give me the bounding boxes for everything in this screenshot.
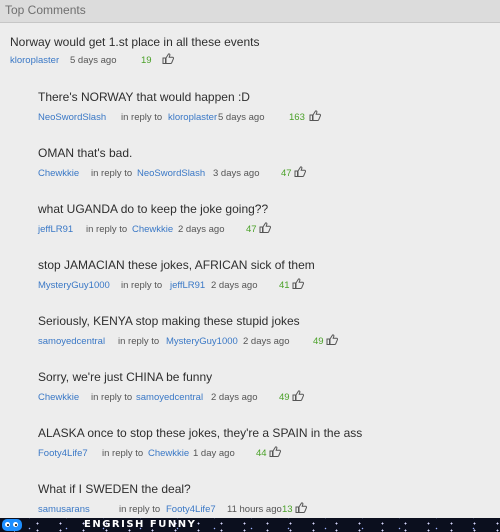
comment-timestamp: 2 days ago bbox=[178, 224, 225, 235]
in-reply-to-label: in reply to bbox=[119, 504, 161, 515]
in-reply-to-label: in reply to bbox=[102, 448, 144, 459]
comment-author-link[interactable]: samoyedcentral bbox=[38, 336, 105, 347]
in-reply-to-label: in reply to bbox=[91, 392, 133, 403]
thumbs-up-icon[interactable] bbox=[309, 110, 321, 121]
comments-header: Top Comments bbox=[0, 0, 500, 23]
comments-header-title: Top Comments bbox=[5, 3, 86, 17]
thumbs-up-icon[interactable] bbox=[292, 390, 304, 401]
reply-target-link[interactable]: samoyedcentral bbox=[136, 392, 203, 403]
comment-author-link[interactable]: kloroplaster bbox=[10, 55, 59, 66]
vote-count: 19 bbox=[141, 55, 152, 66]
thumbs-up-icon[interactable] bbox=[162, 53, 174, 64]
comment-author-link[interactable]: samusarans bbox=[38, 504, 90, 515]
vote-count: 44 bbox=[256, 448, 267, 459]
vote-count: 49 bbox=[313, 336, 324, 347]
reply-target-link[interactable]: Chewkkie bbox=[132, 224, 173, 235]
thumbs-up-icon[interactable] bbox=[269, 446, 281, 457]
comments-page: Top Comments Norway would get 1.st place… bbox=[0, 0, 500, 532]
thumbs-up-icon[interactable] bbox=[294, 166, 306, 177]
comment-timestamp: 2 days ago bbox=[243, 336, 290, 347]
comment-text: What if I SWEDEN the deal? bbox=[38, 482, 191, 496]
comment-text: stop JAMACIAN these jokes, AFRICAN sick … bbox=[38, 258, 315, 272]
comment-text: Seriously, KENYA stop making these stupi… bbox=[38, 314, 300, 328]
comment-text: ALASKA once to stop these jokes, they're… bbox=[38, 426, 363, 440]
comment-timestamp: 5 days ago bbox=[70, 55, 117, 66]
vote-count: 13 bbox=[282, 504, 293, 515]
comment-author-link[interactable]: NeoSwordSlash bbox=[38, 112, 106, 123]
comment-timestamp: 5 days ago bbox=[218, 112, 265, 123]
comment-text: There's NORWAY that would happen :D bbox=[38, 90, 250, 104]
comment-author-link[interactable]: Chewkkie bbox=[38, 392, 79, 403]
comment-timestamp: 11 hours ago bbox=[227, 504, 282, 515]
vote-count: 47 bbox=[281, 168, 292, 179]
vote-count: 47 bbox=[246, 224, 257, 235]
comment-author-link[interactable]: jeffLR91 bbox=[38, 224, 73, 235]
comment-timestamp: 2 days ago bbox=[211, 392, 258, 403]
thumbs-up-icon[interactable] bbox=[292, 278, 304, 289]
thumbs-up-icon[interactable] bbox=[326, 334, 338, 345]
thumbs-up-icon[interactable] bbox=[259, 222, 271, 233]
footer-logo-icon bbox=[2, 519, 22, 531]
in-reply-to-label: in reply to bbox=[121, 280, 163, 291]
footer-banner: ENGRISH FUNNY bbox=[0, 518, 500, 532]
footer-brand: ENGRISH FUNNY bbox=[84, 519, 197, 530]
footer-starfield bbox=[0, 518, 500, 532]
reply-target-link[interactable]: MysteryGuy1000 bbox=[166, 336, 238, 347]
comment-timestamp: 3 days ago bbox=[213, 168, 260, 179]
vote-count: 41 bbox=[279, 280, 290, 291]
comment-author-link[interactable]: MysteryGuy1000 bbox=[38, 280, 110, 291]
thumbs-up-icon[interactable] bbox=[295, 502, 307, 513]
comment-timestamp: 2 days ago bbox=[211, 280, 258, 291]
in-reply-to-label: in reply to bbox=[91, 168, 133, 179]
reply-target-link[interactable]: Chewkkie bbox=[148, 448, 189, 459]
comment-text: Sorry, we're just CHINA be funny bbox=[38, 370, 213, 384]
reply-target-link[interactable]: jeffLR91 bbox=[170, 280, 205, 291]
reply-target-link[interactable]: Footy4Life7 bbox=[166, 504, 216, 515]
vote-count: 163 bbox=[289, 112, 305, 123]
reply-target-link[interactable]: NeoSwordSlash bbox=[137, 168, 205, 179]
reply-target-link[interactable]: kloroplaster bbox=[168, 112, 217, 123]
comment-timestamp: 1 day ago bbox=[193, 448, 235, 459]
in-reply-to-label: in reply to bbox=[121, 112, 163, 123]
comment-text: what UGANDA do to keep the joke going?? bbox=[38, 202, 269, 216]
comment-text: OMAN that's bad. bbox=[38, 146, 133, 160]
vote-count: 49 bbox=[279, 392, 290, 403]
in-reply-to-label: in reply to bbox=[118, 336, 160, 347]
comment-author-link[interactable]: Chewkkie bbox=[38, 168, 79, 179]
comment-author-link[interactable]: Footy4Life7 bbox=[38, 448, 88, 459]
in-reply-to-label: in reply to bbox=[86, 224, 128, 235]
comment-text: Norway would get 1.st place in all these… bbox=[10, 35, 260, 49]
